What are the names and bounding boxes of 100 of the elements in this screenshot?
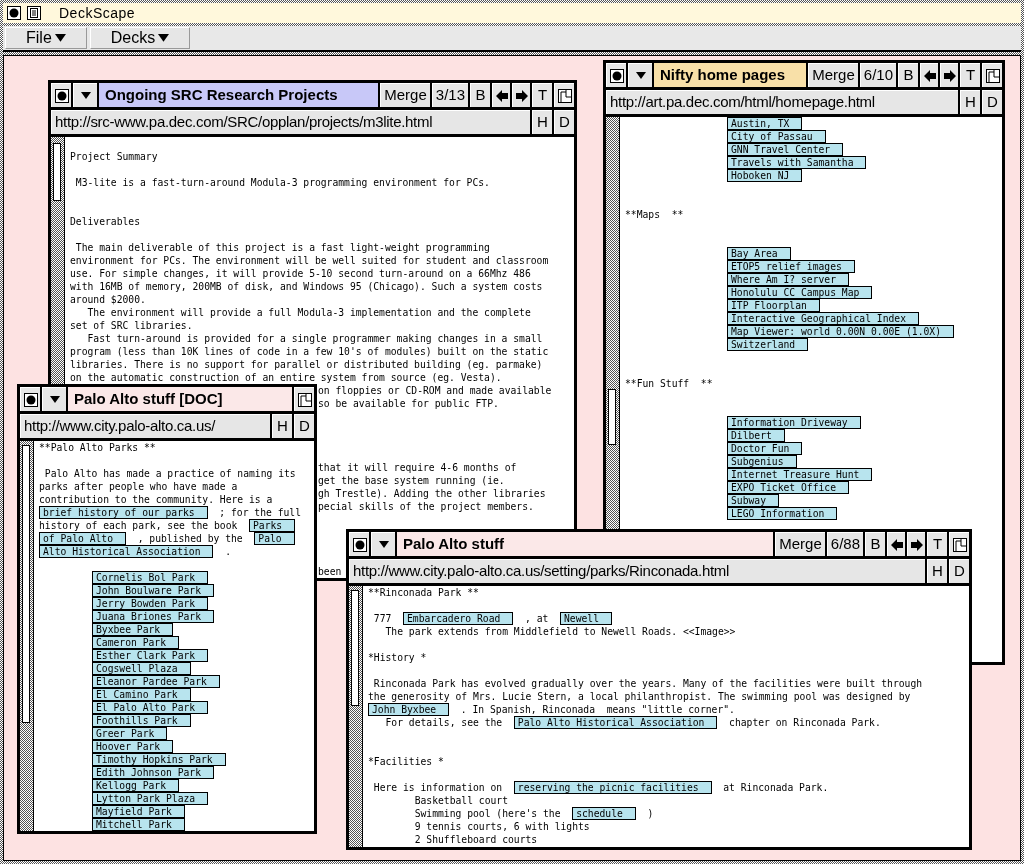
toolbar-button[interactable]: Merge (808, 63, 858, 87)
toolbar-button[interactable]: D (949, 559, 969, 583)
back-button[interactable] (920, 63, 938, 87)
toolbar-button[interactable]: B (865, 532, 885, 556)
hyperlink[interactable]: ITP Floorplan (727, 299, 820, 312)
hyperlink[interactable]: Foothills Park (92, 714, 191, 727)
hyperlink[interactable]: Subway (727, 494, 779, 507)
toolbar-button[interactable]: T (532, 83, 552, 107)
menu-button[interactable] (371, 532, 395, 556)
hyperlink[interactable]: Information Driveway (727, 416, 861, 429)
hyperlink[interactable]: El Camino Park (92, 688, 191, 701)
hyperlink[interactable]: Lytton Park Plaza (92, 792, 209, 805)
toolbar-button[interactable]: 3/13 (431, 83, 468, 107)
hyperlink[interactable]: El Palo Alto Park (92, 701, 209, 714)
menu-button[interactable] (628, 63, 652, 87)
toolbar-button[interactable]: D (294, 414, 314, 438)
hyperlink[interactable]: LEGO Information (727, 507, 838, 520)
hyperlink[interactable]: Jerry Bowden Park (92, 597, 209, 610)
hyperlink[interactable]: Newell (560, 612, 612, 625)
hyperlink[interactable]: Internet Treasure Hunt (727, 468, 873, 481)
resize-button[interactable] (949, 532, 969, 556)
back-button[interactable] (492, 83, 510, 107)
hyperlink[interactable]: Edith Johnson Park (92, 766, 214, 779)
hyperlink[interactable]: Juana Briones Park (92, 610, 214, 623)
hyperlink[interactable]: Cornelis Bol Park (92, 571, 209, 584)
scrollbar-thumb[interactable] (22, 445, 30, 723)
hyperlink[interactable]: EXPO Ticket Office (727, 481, 849, 494)
hyperlink[interactable]: John Byxbee (368, 703, 450, 716)
toolbar-button[interactable]: H (532, 110, 552, 134)
toolbar-button[interactable]: 6/88 (826, 532, 863, 556)
back-button[interactable] (887, 532, 905, 556)
hyperlink[interactable]: Timothy Hopkins Park (92, 753, 226, 766)
scrollbar-thumb[interactable] (53, 143, 61, 201)
hyperlink[interactable]: Mitchell Park (92, 818, 185, 831)
hyperlink[interactable]: Palo Alto Historical Association (513, 716, 718, 729)
hyperlink[interactable]: schedule (572, 807, 636, 820)
hyperlink[interactable]: Embarcadero Road (403, 612, 514, 625)
hyperlink[interactable]: John Boulware Park (92, 584, 214, 597)
hyperlink[interactable]: Mayfield Park (92, 805, 185, 818)
forward-button[interactable] (907, 532, 925, 556)
close-button[interactable] (20, 387, 40, 411)
toolbar-button[interactable]: D (554, 110, 574, 134)
hyperlink[interactable]: ETOP5 relief images (727, 260, 855, 273)
url-field[interactable]: http://www.city.palo-alto.ca.us/ (20, 414, 270, 438)
resize-button[interactable] (982, 63, 1002, 87)
toolbar-button[interactable]: H (927, 559, 947, 583)
menu-button[interactable] (42, 387, 66, 411)
hyperlink[interactable]: Cogswell Plaza (92, 662, 191, 675)
menu-button[interactable]: File (5, 27, 87, 49)
hyperlink[interactable]: brief history of our parks (39, 506, 208, 519)
hyperlink[interactable]: Esther Clark Park (92, 649, 209, 662)
hyperlink[interactable]: Cameron Park (92, 636, 179, 649)
hyperlink[interactable]: Dilbert (727, 429, 785, 442)
resize-button[interactable] (294, 387, 314, 411)
hyperlink[interactable]: Hoboken NJ (727, 169, 803, 182)
hyperlink[interactable]: Alto Historical Association (39, 545, 214, 558)
hyperlink[interactable]: reserving the picnic facilities (513, 781, 712, 794)
toolbar-button[interactable]: T (927, 532, 947, 556)
menu-button[interactable]: Decks (89, 27, 191, 49)
toolbar-button[interactable]: D (982, 90, 1002, 114)
forward-button[interactable] (512, 83, 530, 107)
toolbar-button[interactable]: B (470, 83, 490, 107)
toolbar-button[interactable]: Merge (380, 83, 430, 107)
hyperlink[interactable]: Kellogg Park (92, 779, 179, 792)
toolbar-button[interactable]: Merge (775, 532, 825, 556)
hyperlink[interactable]: Travels with Samantha (727, 156, 867, 169)
hyperlink[interactable]: Honolulu CC Campus Map (727, 286, 873, 299)
hyperlink[interactable]: Greer Park (92, 727, 168, 740)
toolbar-button[interactable]: B (898, 63, 918, 87)
hyperlink[interactable]: Where Am I? server (727, 273, 849, 286)
forward-button[interactable] (940, 63, 958, 87)
hyperlink[interactable]: Subgenius (727, 455, 797, 468)
hyperlink[interactable]: Doctor Fun (727, 442, 803, 455)
hyperlink[interactable]: Palo (254, 532, 295, 545)
hyperlink[interactable]: GNN Travel Center (727, 143, 844, 156)
close-button[interactable] (349, 532, 369, 556)
hyperlink[interactable]: Bay Area (727, 247, 791, 260)
hyperlink[interactable]: of Palo Alto (39, 532, 126, 545)
hyperlink[interactable]: Hoover Park (92, 740, 174, 753)
menu-button[interactable] (73, 83, 97, 107)
hyperlink[interactable]: Austin, TX (727, 117, 803, 130)
hyperlink[interactable]: City of Passau (727, 130, 826, 143)
close-button[interactable] (606, 63, 626, 87)
scrollbar-thumb[interactable] (351, 590, 359, 706)
url-field[interactable]: http://art.pa.dec.com/html/homepage.html (606, 90, 958, 114)
hyperlink[interactable]: Eleanor Pardee Park (92, 675, 220, 688)
close-button[interactable] (51, 83, 71, 107)
toolbar-button[interactable]: T (960, 63, 980, 87)
toolbar-button[interactable]: H (272, 414, 292, 438)
url-field[interactable]: http://src-www.pa.dec.com/SRC/opplan/projects/m3lite.html (51, 110, 530, 134)
resize-button[interactable] (554, 83, 574, 107)
hyperlink[interactable]: Map Viewer: world 0.00N 0.00E (1.0X) (727, 325, 954, 338)
scrollbar-thumb[interactable] (608, 389, 616, 445)
toolbar-button[interactable]: 6/10 (859, 63, 896, 87)
hyperlink[interactable]: Byxbee Park (92, 623, 174, 636)
toolbar-button[interactable]: H (960, 90, 980, 114)
hyperlink[interactable]: Interactive Geographical Index (727, 312, 919, 325)
hyperlink[interactable]: Parks (248, 519, 296, 532)
url-field[interactable]: http://www.city.palo-alto.ca.us/setting/parks/Rinconada.html (349, 559, 925, 583)
hyperlink[interactable]: Switzerland (727, 338, 809, 351)
